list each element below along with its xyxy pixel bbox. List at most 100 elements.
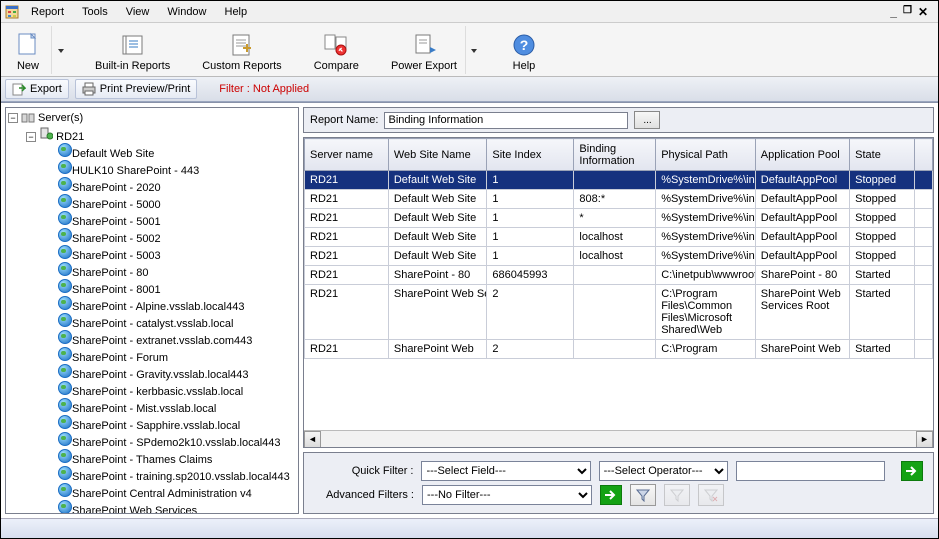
scroll-left-icon[interactable]: ◄ xyxy=(304,431,321,448)
tree-site-node[interactable]: SharePoint - Sapphire.vsslab.local xyxy=(58,415,296,432)
menu-tools[interactable]: Tools xyxy=(74,4,116,20)
results-grid[interactable]: Server nameWeb Site NameSite IndexBindin… xyxy=(303,137,934,448)
tree-site-node[interactable]: SharePoint - Thames Claims xyxy=(58,449,296,466)
menu-view[interactable]: View xyxy=(118,4,158,20)
column-header[interactable]: Server name xyxy=(305,139,389,171)
minimize-button[interactable]: _ xyxy=(890,5,897,19)
report-name-browse-button[interactable]: ... xyxy=(634,111,660,129)
table-cell: Stopped xyxy=(850,171,915,190)
tree-site-node[interactable]: SharePoint - 5002 xyxy=(58,228,296,245)
tree-site-node[interactable]: SharePoint - 5000 xyxy=(58,194,296,211)
quick-filter-label: Quick Filter : xyxy=(314,465,413,477)
tree-site-node[interactable]: SharePoint - 80 xyxy=(58,262,296,279)
menu-window[interactable]: Window xyxy=(159,4,214,20)
globe-icon xyxy=(58,296,72,310)
builtin-reports-button[interactable]: Built-in Reports xyxy=(89,30,176,74)
table-row[interactable]: RD21Default Web Site1*%SystemDrive%\inet… xyxy=(305,209,933,228)
tree-site-node[interactable]: SharePoint - 8001 xyxy=(58,279,296,296)
tree-site-node[interactable]: HULK10 SharePoint - 443 xyxy=(58,160,296,177)
help-button[interactable]: ? Help xyxy=(503,30,545,74)
tree-site-node[interactable]: SharePoint - SPdemo2k10.vsslab.local443 xyxy=(58,432,296,449)
tree-site-node[interactable]: SharePoint - Gravity.vsslab.local443 xyxy=(58,364,296,381)
table-row[interactable]: RD21SharePoint Web2C:\ProgramSharePoint … xyxy=(305,340,933,359)
table-cell: SharePoint Web Services Root xyxy=(755,285,849,340)
print-preview-button[interactable]: Print Preview/Print xyxy=(75,79,197,99)
table-cell: localhost xyxy=(574,247,656,266)
table-cell: Stopped xyxy=(850,190,915,209)
advanced-filter-select[interactable]: ---No Filter--- xyxy=(422,485,592,505)
compare-button[interactable]: Compare xyxy=(308,30,365,74)
tree-server-node[interactable]: − RD21 xyxy=(26,126,296,143)
export-button[interactable]: Export xyxy=(5,79,69,99)
tree-site-node[interactable]: SharePoint - extranet.vsslab.com443 xyxy=(58,330,296,347)
table-row[interactable]: RD21Default Web Site1localhost%SystemDri… xyxy=(305,228,933,247)
collapse-icon[interactable]: − xyxy=(8,113,18,123)
table-row[interactable]: RD21Default Web Site1808:*%SystemDrive%\… xyxy=(305,190,933,209)
scroll-track[interactable] xyxy=(321,431,916,448)
custom-label: Custom Reports xyxy=(202,60,281,72)
tree-site-node[interactable]: SharePoint - Mist.vsslab.local xyxy=(58,398,296,415)
servers-icon xyxy=(21,111,35,125)
tree-site-node[interactable]: SharePoint - training.sp2010.vsslab.loca… xyxy=(58,466,296,483)
close-button[interactable]: ✕ xyxy=(918,5,928,19)
globe-icon xyxy=(58,160,72,174)
tree-site-node[interactable]: Default Web Site xyxy=(58,143,296,160)
advanced-filter-go-button[interactable] xyxy=(600,485,622,505)
tree-root-node[interactable]: − Server(s) xyxy=(8,110,296,126)
globe-icon xyxy=(58,262,72,276)
tree-site-node[interactable]: SharePoint - 5001 xyxy=(58,211,296,228)
tree-site-label: SharePoint - kerbbasic.vsslab.local xyxy=(72,386,243,398)
table-row[interactable]: RD21Default Web Site1localhost%SystemDri… xyxy=(305,247,933,266)
tree-site-label: SharePoint - 5001 xyxy=(72,216,161,228)
tree-site-label: SharePoint - 5002 xyxy=(72,233,161,245)
quick-filter-go-button[interactable] xyxy=(901,461,923,481)
power-export-dropdown[interactable] xyxy=(465,26,483,74)
column-header[interactable]: Web Site Name xyxy=(388,139,487,171)
collapse-icon[interactable]: − xyxy=(26,132,36,142)
column-header[interactable]: Site Index xyxy=(487,139,574,171)
new-dropdown[interactable] xyxy=(51,26,69,74)
column-header[interactable]: Physical Path xyxy=(656,139,756,171)
table-cell: 1 xyxy=(487,190,574,209)
tree-site-node[interactable]: SharePoint - 5003 xyxy=(58,245,296,262)
menu-help[interactable]: Help xyxy=(217,4,256,20)
table-row[interactable]: RD21SharePoint Web Services2C:\Program F… xyxy=(305,285,933,340)
tree-site-node[interactable]: SharePoint Web Services xyxy=(58,500,296,514)
table-row[interactable]: RD21SharePoint - 80686045993C:\inetpub\w… xyxy=(305,266,933,285)
quick-filter-operator-select[interactable]: ---Select Operator--- xyxy=(599,461,728,481)
tree-site-label: SharePoint - 5000 xyxy=(72,199,161,211)
compare-icon xyxy=(321,32,351,58)
table-cell: SharePoint - 80 xyxy=(755,266,849,285)
tree-site-node[interactable]: SharePoint - kerbbasic.vsslab.local xyxy=(58,381,296,398)
row-spacer xyxy=(915,340,933,359)
server-tree[interactable]: − Server(s) − RD21 Default Web SiteHULK1… xyxy=(5,107,299,514)
scroll-right-icon[interactable]: ► xyxy=(916,431,933,448)
table-cell: DefaultAppPool xyxy=(755,247,849,266)
quick-filter-field-select[interactable]: ---Select Field--- xyxy=(421,461,590,481)
new-button[interactable]: New xyxy=(7,30,49,74)
filter-remove-button[interactable] xyxy=(698,484,724,506)
horizontal-scrollbar[interactable]: ◄ ► xyxy=(304,430,933,447)
tree-site-node[interactable]: SharePoint - catalyst.vsslab.local xyxy=(58,313,296,330)
tree-site-node[interactable]: SharePoint - Forum xyxy=(58,347,296,364)
tree-site-node[interactable]: SharePoint Central Administration v4 xyxy=(58,483,296,500)
table-row[interactable]: RD21Default Web Site1%SystemDrive%\inetp… xyxy=(305,171,933,190)
filter-apply-button[interactable] xyxy=(630,484,656,506)
quick-filter-value-input[interactable] xyxy=(736,461,885,481)
report-name-input[interactable] xyxy=(384,112,628,129)
power-export-button[interactable]: Power Export xyxy=(385,30,463,74)
custom-reports-button[interactable]: Custom Reports xyxy=(196,30,287,74)
arrow-right-icon xyxy=(605,490,617,500)
caret-down-icon xyxy=(58,44,64,56)
tree-site-node[interactable]: SharePoint - Alpine.vsslab.local443 xyxy=(58,296,296,313)
help-icon: ? xyxy=(509,32,539,58)
menu-report[interactable]: Report xyxy=(23,4,72,20)
restore-button[interactable]: ❐ xyxy=(903,5,912,19)
column-header[interactable]: Application Pool xyxy=(755,139,849,171)
filter-clear-button[interactable] xyxy=(664,484,690,506)
column-header[interactable]: Binding Information xyxy=(574,139,656,171)
globe-icon xyxy=(58,398,72,412)
tree-site-node[interactable]: SharePoint - 2020 xyxy=(58,177,296,194)
table-cell: SharePoint Web xyxy=(388,340,487,359)
column-header[interactable]: State xyxy=(850,139,915,171)
